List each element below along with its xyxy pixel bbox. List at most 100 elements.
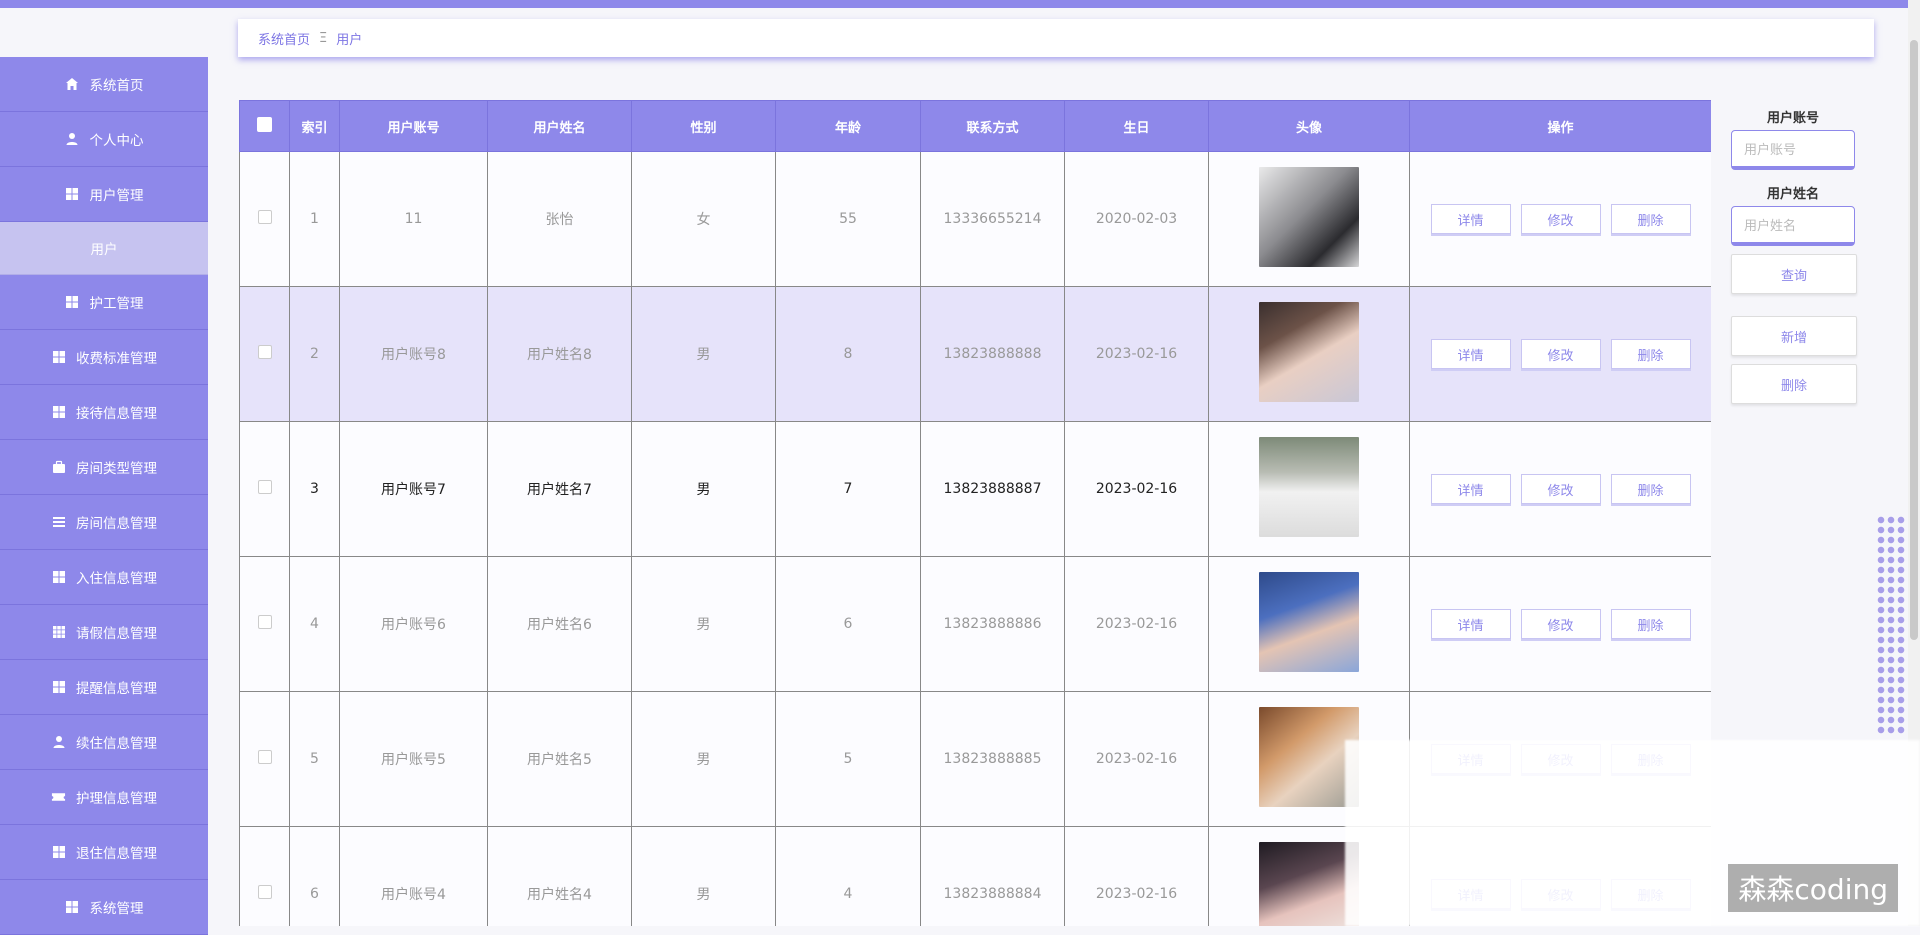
sidebar-item-caregiver[interactable]: 护工管理 (0, 275, 208, 330)
row-checkbox[interactable] (257, 345, 272, 359)
birthday-cell: 2023-02-16 (1064, 421, 1209, 557)
column-header: 年龄 (775, 100, 921, 152)
edit-button[interactable]: 修改 (1520, 474, 1601, 504)
sidebar-item-system[interactable]: 系统管理 (0, 880, 208, 935)
row-checkbox[interactable] (257, 210, 272, 224)
scrollbar-thumb[interactable] (1910, 40, 1918, 640)
sidebar-item-checkout[interactable]: 退住信息管理 (0, 825, 208, 880)
row-checkbox[interactable] (257, 885, 272, 899)
row-select-cell[interactable] (239, 826, 290, 926)
birthday-cell: 2023-02-16 (1064, 286, 1209, 422)
breadcrumb-home-link[interactable]: 系统首页 (258, 29, 310, 48)
table-row[interactable]: 2 用户账号8 用户姓名8 男 8 13823888888 2023-02-16… (239, 286, 1711, 422)
query-button[interactable]: 查询 (1731, 254, 1857, 294)
sidebar-item-home[interactable]: 系统首页 (0, 57, 208, 112)
table-row[interactable]: 3 用户账号7 用户姓名7 男 7 13823888887 2023-02-16… (239, 421, 1711, 557)
column-header: 性别 (631, 100, 776, 152)
search-panel: 用户账号 用户账号 用户姓名 用户姓名 查询 新增 删除 (1731, 108, 1857, 404)
index-cell: 2 (289, 286, 340, 422)
avatar[interactable] (1259, 302, 1359, 402)
delete-button[interactable]: 删除 (1610, 204, 1691, 234)
sidebar-item-label: 用户 (90, 242, 118, 258)
actions-cell: 详情 修改 删除 (1409, 286, 1711, 422)
sidebar-item-checkin[interactable]: 入住信息管理 (0, 550, 208, 605)
user-icon (65, 132, 80, 147)
sidebar-item-label: 个人中心 (89, 133, 144, 149)
row-select-cell[interactable] (239, 556, 290, 692)
column-header: 索引 (289, 100, 340, 152)
gender-cell: 男 (631, 556, 776, 692)
detail-button[interactable]: 详情 (1430, 204, 1511, 234)
sidebar-item-label: 系统首页 (89, 78, 144, 94)
account-search-input[interactable]: 用户账号 (1731, 130, 1855, 170)
add-button[interactable]: 新增 (1731, 316, 1857, 356)
grid-icon (51, 570, 66, 585)
account-cell: 11 (339, 151, 488, 287)
decorative-dots (1876, 515, 1906, 735)
edit-button[interactable]: 修改 (1520, 339, 1601, 369)
row-checkbox[interactable] (257, 615, 272, 629)
delete-button[interactable]: 删除 (1610, 339, 1691, 369)
video-watermark: 森森coding (1728, 864, 1898, 912)
avatar[interactable] (1259, 707, 1359, 807)
avatar[interactable] (1259, 572, 1359, 672)
row-checkbox[interactable] (257, 750, 272, 764)
sidebar-subitem-user[interactable]: 用户 (0, 222, 208, 275)
account-cell: 用户账号5 (339, 691, 488, 827)
table-row[interactable]: 4 用户账号6 用户姓名6 男 6 13823888886 2023-02-16… (239, 556, 1711, 692)
detail-button[interactable]: 详情 (1430, 339, 1511, 369)
column-header: 操作 (1409, 100, 1711, 152)
age-cell: 7 (775, 421, 921, 557)
breadcrumb-separator: Ξ (319, 30, 328, 46)
row-select-cell[interactable] (239, 691, 290, 827)
sidebar-item-nursing[interactable]: 护理信息管理 (0, 770, 208, 825)
edit-button[interactable]: 修改 (1520, 609, 1601, 639)
account-cell: 用户账号7 (339, 421, 488, 557)
index-cell: 1 (289, 151, 340, 287)
sidebar-item-profile[interactable]: 个人中心 (0, 112, 208, 167)
sidebar-item-label: 用户管理 (89, 188, 144, 204)
account-cell: 用户账号8 (339, 286, 488, 422)
row-select-cell[interactable] (239, 151, 290, 287)
breadcrumb-current: 用户 (336, 32, 363, 48)
sidebar-item-label: 提醒信息管理 (76, 681, 157, 697)
name-search-input[interactable]: 用户姓名 (1731, 206, 1855, 246)
row-select-cell[interactable] (239, 421, 290, 557)
sidebar-item-reception[interactable]: 接待信息管理 (0, 385, 208, 440)
delete-button[interactable]: 删除 (1610, 609, 1691, 639)
avatar[interactable] (1259, 167, 1359, 267)
edit-button[interactable]: 修改 (1520, 204, 1601, 234)
row-checkbox[interactable] (257, 480, 272, 494)
select-all-checkbox[interactable] (257, 116, 272, 132)
briefcase-icon (51, 460, 66, 475)
name-cell: 用户姓名4 (487, 826, 632, 926)
detail-button[interactable]: 详情 (1430, 474, 1511, 504)
sidebar-item-extension[interactable]: 续住信息管理 (0, 715, 208, 770)
column-header: 联系方式 (920, 100, 1065, 152)
sidebar-item-fee-standard[interactable]: 收费标准管理 (0, 330, 208, 385)
grid-icon (65, 187, 80, 202)
phone-cell: 13823888888 (920, 286, 1065, 422)
sidebar-item-room-info[interactable]: 房间信息管理 (0, 495, 208, 550)
breadcrumb: 系统首页 Ξ 用户 (238, 19, 1874, 57)
index-cell: 3 (289, 421, 340, 557)
row-select-cell[interactable] (239, 286, 290, 422)
index-cell: 4 (289, 556, 340, 692)
avatar[interactable] (1259, 437, 1359, 537)
avatar[interactable] (1259, 842, 1359, 926)
select-all-header[interactable] (239, 100, 290, 152)
delete-button[interactable]: 删除 (1610, 474, 1691, 504)
sidebar-item-reminder[interactable]: 提醒信息管理 (0, 660, 208, 715)
age-cell: 6 (775, 556, 921, 692)
sidebar-item-label: 收费标准管理 (76, 351, 157, 367)
sidebar-item-user-management[interactable]: 用户管理 (0, 167, 208, 222)
sidebar-item-leave[interactable]: 请假信息管理 (0, 605, 208, 660)
sidebar-item-room-type[interactable]: 房间类型管理 (0, 440, 208, 495)
batch-delete-button[interactable]: 删除 (1731, 364, 1857, 404)
birthday-cell: 2023-02-16 (1064, 826, 1209, 926)
detail-button[interactable]: 详情 (1430, 609, 1511, 639)
grid-icon (51, 350, 66, 365)
avatar-cell (1208, 421, 1410, 557)
table-row[interactable]: 1 11 张怡 女 55 13336655214 2020-02-03 详情 修… (239, 151, 1711, 287)
sidebar-item-label: 入住信息管理 (76, 571, 157, 587)
